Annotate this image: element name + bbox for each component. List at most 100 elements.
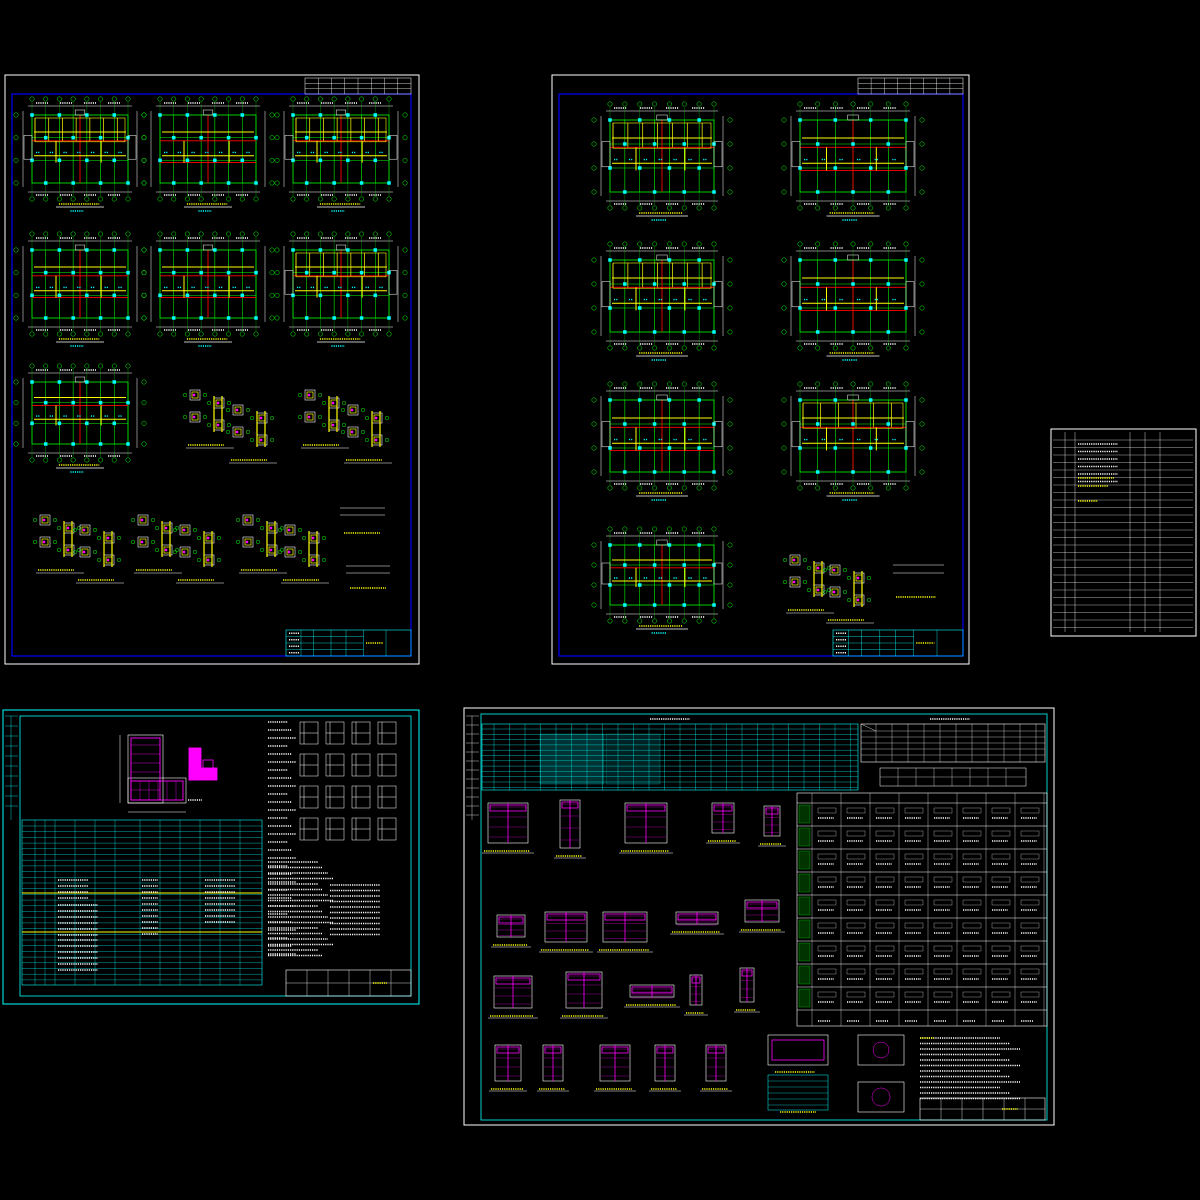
rebar-dot [269,548,273,552]
column-mark [240,113,245,117]
column-mark [30,421,34,426]
sheet-structural-plans-2[interactable] [551,74,970,665]
column-mark [667,258,672,262]
floor-plan [591,101,733,221]
axis-bubble [727,542,733,548]
column-mark [199,316,203,320]
wall-section-sketch [817,991,837,998]
column-mark [667,398,672,402]
sheet-drawing-index[interactable] [1050,428,1197,637]
wall-section-sketch [1020,876,1040,883]
column-mark [851,330,855,334]
axis-bubble [125,231,131,237]
floor-plan [591,241,733,361]
axis-bubble [797,241,803,247]
axis-bubble [868,381,874,387]
axis-bubble [13,420,19,426]
axis-bubble [157,331,163,337]
sheet-column-schedule[interactable] [2,709,420,1005]
axis-bubble [652,241,658,247]
column-mark [126,316,130,320]
cad-drawing-canvas[interactable] [0,0,1200,1200]
axis-bubble [52,517,58,523]
wall-section-sketch [991,899,1011,906]
top-title-strip [304,77,412,95]
rebar-dot [331,423,335,427]
wall-section-sketch [933,991,953,998]
axis-bubble [622,618,628,624]
wall-joint-detail [758,805,786,847]
column-detail [340,404,392,464]
details-content [466,715,1048,1121]
axis-bubble [13,379,19,385]
axis-bubble [727,445,733,451]
axis-bubble [96,557,102,563]
wall-section-sketch [875,991,895,998]
axis-bubble [84,231,90,237]
wall-section-sketch [933,853,953,860]
extension [905,421,915,448]
axis-bubble [269,247,275,253]
axis-bubble [297,527,303,533]
axis-bubble [781,397,787,403]
axis-bubble [666,345,672,351]
axis-bubble [666,526,672,532]
axis-bubble [192,527,198,533]
rebar-dot [374,438,378,442]
rebar-dot [66,526,70,530]
axis-bubble [903,205,909,211]
axis-bubble [98,363,104,369]
rebar-dot [182,550,186,554]
rebar-dot [235,408,239,412]
rebar-dot [816,588,820,592]
column-mark [373,248,378,252]
sheet-structural-plans-1[interactable] [4,74,420,665]
column-detail [235,514,287,574]
column-mark [346,113,350,117]
wall-section-sketch [1020,991,1040,998]
extension [601,281,611,308]
axis-bubble [125,96,131,102]
axis-bubble [150,517,156,523]
axis-bubble [96,535,102,541]
stair-well [335,244,347,251]
column-mark [682,282,687,286]
axis-bubble [141,379,147,385]
column-detail [130,514,182,574]
axis-bubble [832,381,838,387]
wall-joint-detail [594,1044,636,1092]
axis-bubble [781,421,787,427]
axis-bubble [919,165,925,171]
axis-bubble [239,96,245,102]
axis-bubble [846,575,852,581]
sheet-wall-details[interactable] [463,707,1055,1126]
wall-section-sketch [933,807,953,814]
wall-section-sketch [817,945,837,952]
axis-bubble [70,196,76,202]
axis-bubble [903,241,909,247]
column-mark [213,248,217,252]
axis-bubble [345,331,351,337]
axis-bubble [174,525,180,531]
title-block [832,629,964,657]
axis-bubble [70,331,76,337]
rebar-dot [259,438,263,442]
axis-bubble [402,157,408,163]
wall-section-sketch [991,968,1011,975]
column-mark [851,142,855,146]
axis-bubble [802,579,808,585]
rebar-dot [792,558,796,562]
column-mark [226,316,231,320]
wall-joint-detail [489,1044,527,1092]
axis-bubble [154,525,160,531]
axis-bubble [681,345,687,351]
column-mark [43,316,48,320]
axis-bubble [192,549,198,555]
rebar-dot [140,540,144,544]
rebar-dot [331,401,335,405]
axis-bubble [711,241,717,247]
column-mark [697,398,701,402]
cad-viewport[interactable] [0,0,1200,1200]
section-detail [857,1081,905,1113]
axis-bubble [56,457,62,463]
